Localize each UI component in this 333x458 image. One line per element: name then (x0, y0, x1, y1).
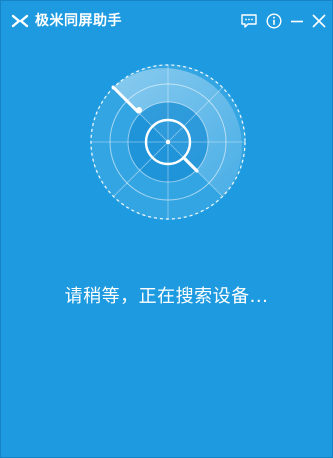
status-message: 请稍等，正在搜索设备... (64, 286, 269, 307)
info-button[interactable] (264, 11, 284, 31)
app-title: 极米同屏助手 (35, 13, 122, 29)
title-bar[interactable]: 极米同屏助手 (1, 1, 332, 41)
xgimi-logo-icon (11, 12, 29, 30)
minimize-icon (291, 20, 303, 23)
radar-scan-icon (89, 63, 247, 221)
close-button[interactable] (309, 11, 329, 31)
feedback-button[interactable] (239, 11, 259, 31)
minimize-button[interactable] (287, 11, 307, 31)
app-window: 极米同屏助手 请稍等，正在搜索设备... (0, 0, 333, 458)
feedback-icon (241, 14, 257, 28)
info-icon (266, 13, 282, 29)
close-icon (312, 14, 326, 28)
